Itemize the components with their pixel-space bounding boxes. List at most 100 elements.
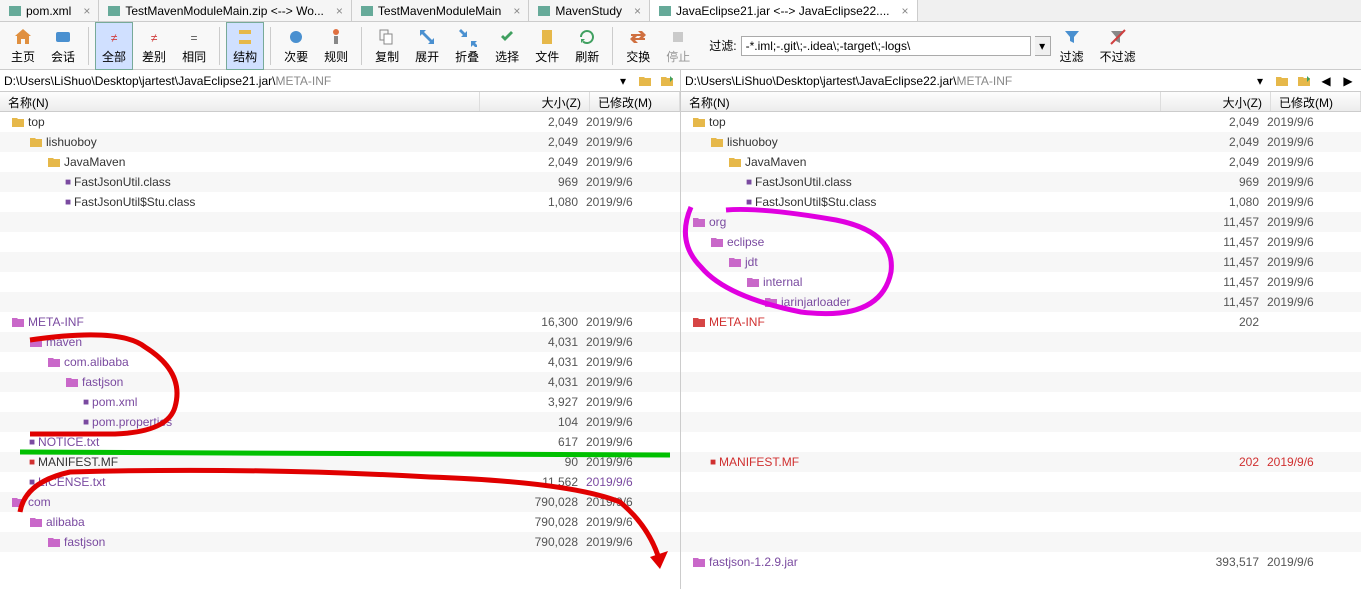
tree-row[interactable] [0, 212, 680, 232]
tree-row[interactable]: META-INF202 [681, 312, 1361, 332]
struct-button[interactable]: 结构 [226, 22, 264, 70]
tree-row[interactable]: ■FastJsonUtil$Stu.class1,0802019/9/6 [681, 192, 1361, 212]
right-pane: 名称(N) 大小(Z) 已修改(M) top2,0492019/9/6lishu… [681, 92, 1361, 589]
tree-row[interactable] [0, 272, 680, 292]
tree-row[interactable] [681, 392, 1361, 412]
left-history-icon[interactable]: ▾ [614, 72, 632, 90]
left-open-icon[interactable] [658, 72, 676, 90]
tree-row[interactable]: fastjson-1.2.9.jar393,5172019/9/6 [681, 552, 1361, 572]
filter-input[interactable] [741, 36, 1031, 56]
right-path[interactable]: D:\Users\LiShuo\Desktop\jartest\JavaEcli… [685, 74, 1247, 88]
left-pane: 名称(N) 大小(Z) 已修改(M) top2,0492019/9/6lishu… [0, 92, 681, 589]
tab[interactable]: TestMavenModuleMain.zip <--> Wo...× [99, 0, 352, 21]
collapse-button[interactable]: 折叠 [448, 22, 486, 70]
tree-row[interactable] [681, 412, 1361, 432]
filter-label: 过滤: [709, 37, 736, 54]
tree-row[interactable] [681, 532, 1361, 552]
tree-row[interactable] [0, 252, 680, 272]
tree-row[interactable]: ■pom.xml3,9272019/9/6 [0, 392, 680, 412]
nofilter-button[interactable]: 不过滤 [1093, 22, 1143, 70]
filter-dropdown[interactable]: ▾ [1035, 36, 1051, 56]
close-icon[interactable]: × [902, 4, 909, 18]
minor-button[interactable]: 次要 [277, 22, 315, 70]
tree-row[interactable]: top2,0492019/9/6 [681, 112, 1361, 132]
close-icon[interactable]: × [513, 4, 520, 18]
swap-button[interactable]: 交换 [619, 22, 657, 70]
col-name[interactable]: 名称(N) [0, 92, 480, 111]
svg-text:=: = [191, 31, 198, 45]
left-path[interactable]: D:\Users\LiShuo\Desktop\jartest\JavaEcli… [4, 74, 610, 88]
right-history-icon[interactable]: ▾ [1251, 72, 1269, 90]
stop-button[interactable]: 停止 [659, 22, 697, 70]
tree-row[interactable]: JavaMaven2,0492019/9/6 [0, 152, 680, 172]
tree-row[interactable]: ■LICENSE.txt11,5622019/9/6 [0, 472, 680, 492]
diff-button[interactable]: ≠差别 [135, 22, 173, 70]
all-button[interactable]: ≠全部 [95, 22, 133, 70]
tree-row[interactable]: jdt11,4572019/9/6 [681, 252, 1361, 272]
tree-row[interactable] [681, 512, 1361, 532]
tree-row[interactable] [681, 472, 1361, 492]
filter-button[interactable]: 过滤 [1053, 22, 1091, 70]
copy-button[interactable]: 复制 [368, 22, 406, 70]
right-tree[interactable]: top2,0492019/9/6lishuoboy2,0492019/9/6Ja… [681, 112, 1361, 589]
tree-row[interactable]: fastjson790,0282019/9/6 [0, 532, 680, 552]
tree-row[interactable]: ■pom.properties1042019/9/6 [0, 412, 680, 432]
tree-row[interactable] [681, 372, 1361, 392]
tab[interactable]: MavenStudy× [529, 0, 650, 21]
tree-row[interactable]: eclipse11,4572019/9/6 [681, 232, 1361, 252]
tree-row[interactable] [681, 432, 1361, 452]
tree-row[interactable]: ■NOTICE.txt6172019/9/6 [0, 432, 680, 452]
tree-row[interactable]: internal11,4572019/9/6 [681, 272, 1361, 292]
tab[interactable]: pom.xml× [0, 0, 99, 21]
tree-row[interactable]: top2,0492019/9/6 [0, 112, 680, 132]
col-size[interactable]: 大小(Z) [480, 92, 590, 111]
file-button[interactable]: 文件 [528, 22, 566, 70]
tree-row[interactable]: jarinjarloader11,4572019/9/6 [681, 292, 1361, 312]
select-button[interactable]: 选择 [488, 22, 526, 70]
tree-row[interactable]: JavaMaven2,0492019/9/6 [681, 152, 1361, 172]
refresh-button[interactable]: 刷新 [568, 22, 606, 70]
session-button[interactable]: 会话 [44, 22, 82, 70]
path-bar: D:\Users\LiShuo\Desktop\jartest\JavaEcli… [0, 70, 1361, 92]
tree-row[interactable]: lishuoboy2,0492019/9/6 [681, 132, 1361, 152]
left-browse-icon[interactable] [636, 72, 654, 90]
tree-row[interactable]: com790,0282019/9/6 [0, 492, 680, 512]
close-icon[interactable]: × [336, 4, 343, 18]
tree-row[interactable] [681, 492, 1361, 512]
main-toolbar: 主页 会话 ≠全部 ≠差别 =相同 结构 次要 规则 复制 展开 折叠 选择 文… [0, 22, 1361, 70]
tree-row[interactable]: ■MANIFEST.MF2022019/9/6 [681, 452, 1361, 472]
tree-row[interactable]: ■FastJsonUtil.class9692019/9/6 [0, 172, 680, 192]
col-name[interactable]: 名称(N) [681, 92, 1161, 111]
right-open-icon[interactable] [1295, 72, 1313, 90]
col-date[interactable]: 已修改(M) [590, 92, 680, 111]
tree-row[interactable]: maven4,0312019/9/6 [0, 332, 680, 352]
tree-row[interactable]: alibaba790,0282019/9/6 [0, 512, 680, 532]
right-browse-icon[interactable] [1273, 72, 1291, 90]
rule-button[interactable]: 规则 [317, 22, 355, 70]
tree-row[interactable] [0, 292, 680, 312]
tree-row[interactable]: META-INF16,3002019/9/6 [0, 312, 680, 332]
tree-row[interactable] [681, 352, 1361, 372]
close-icon[interactable]: × [83, 4, 90, 18]
col-date[interactable]: 已修改(M) [1271, 92, 1361, 111]
left-tree[interactable]: top2,0492019/9/6lishuoboy2,0492019/9/6Ja… [0, 112, 680, 589]
tree-row[interactable]: org11,4572019/9/6 [681, 212, 1361, 232]
tree-row[interactable]: com.alibaba4,0312019/9/6 [0, 352, 680, 372]
tree-row[interactable]: ■MANIFEST.MF902019/9/6 [0, 452, 680, 472]
expand-button[interactable]: 展开 [408, 22, 446, 70]
tab[interactable]: JavaEclipse21.jar <--> JavaEclipse22....… [650, 0, 917, 21]
tree-row[interactable] [681, 332, 1361, 352]
right-back-icon[interactable]: ◀ [1317, 72, 1335, 90]
svg-text:≠: ≠ [111, 31, 118, 45]
close-icon[interactable]: × [634, 4, 641, 18]
tab[interactable]: TestMavenModuleMain× [352, 0, 529, 21]
tree-row[interactable] [0, 232, 680, 252]
tree-row[interactable]: fastjson4,0312019/9/6 [0, 372, 680, 392]
right-fwd-icon[interactable]: ▶ [1339, 72, 1357, 90]
col-size[interactable]: 大小(Z) [1161, 92, 1271, 111]
tree-row[interactable]: ■FastJsonUtil.class9692019/9/6 [681, 172, 1361, 192]
tree-row[interactable]: lishuoboy2,0492019/9/6 [0, 132, 680, 152]
home-button[interactable]: 主页 [4, 22, 42, 70]
tree-row[interactable]: ■FastJsonUtil$Stu.class1,0802019/9/6 [0, 192, 680, 212]
same-button[interactable]: =相同 [175, 22, 213, 70]
